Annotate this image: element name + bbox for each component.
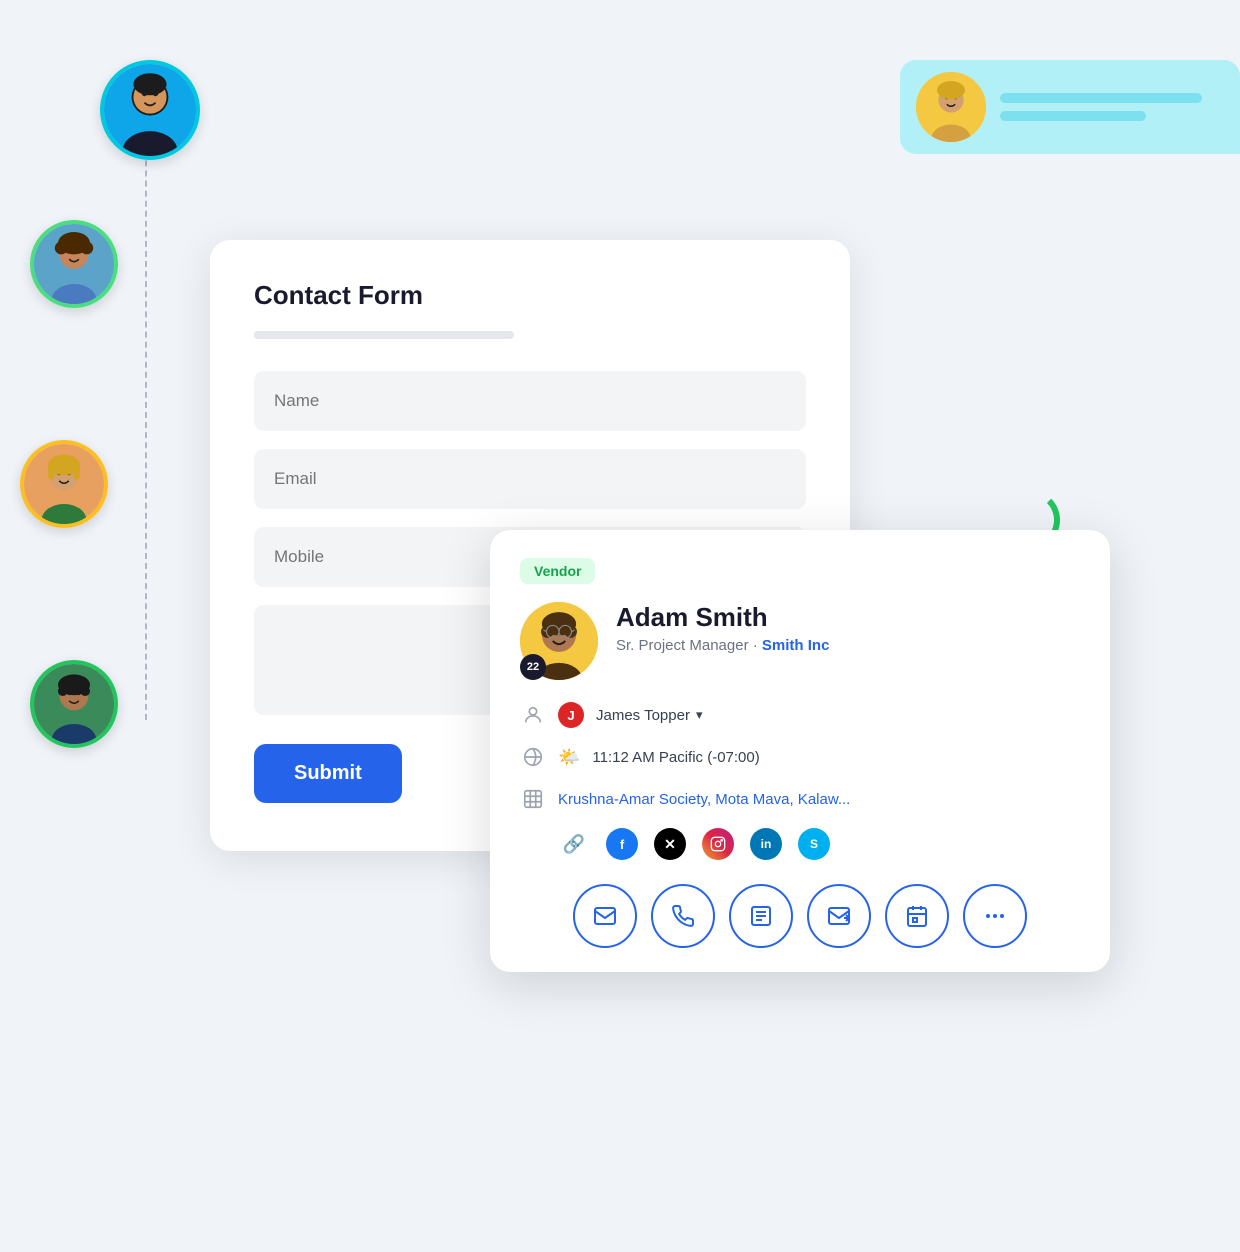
owner-dropdown-icon[interactable]: ▾ [696, 707, 703, 723]
chat-line-2 [1000, 111, 1146, 121]
location-row: Krushna-Amar Society, Mota Mava, Kalaw..… [520, 786, 1080, 812]
note-action-button[interactable] [729, 884, 793, 948]
avatar-person-2 [30, 220, 118, 308]
x-twitter-icon[interactable]: ✕ [654, 828, 686, 860]
form-title: Contact Form [254, 280, 806, 311]
instagram-icon[interactable] [702, 828, 734, 860]
more-action-button[interactable] [963, 884, 1027, 948]
submit-button[interactable]: Submit [254, 744, 402, 803]
calendar-action-button[interactable] [885, 884, 949, 948]
timezone-text: 11:12 AM Pacific (-07:00) [592, 749, 759, 766]
connector-line [145, 100, 147, 720]
avatar-person-3 [20, 440, 108, 528]
link-social-icon[interactable]: 🔗 [558, 828, 590, 860]
location-text: Krushna-Amar Society, Mota Mava, Kalaw..… [558, 791, 850, 808]
email-action-button[interactable] [573, 884, 637, 948]
chat-avatar [916, 72, 986, 142]
vendor-badge: Vendor [520, 558, 595, 584]
owner-name: James Topper ▾ [596, 707, 702, 724]
contact-separator: · [753, 637, 762, 654]
email-input[interactable] [254, 449, 806, 509]
contact-name: Adam Smith [616, 602, 829, 633]
chat-bubble [900, 60, 1240, 154]
form-progress-bar [254, 331, 514, 339]
social-icons-row: 🔗 f ✕ in S [558, 828, 1080, 860]
name-input[interactable] [254, 371, 806, 431]
owner-row: J James Topper ▾ [520, 702, 1080, 728]
owner-icon [520, 702, 546, 728]
chat-line-1 [1000, 93, 1202, 103]
chat-lines [1000, 93, 1224, 121]
phone-action-button[interactable] [651, 884, 715, 948]
avatar-person-4 [30, 660, 118, 748]
action-buttons-row [520, 884, 1080, 948]
contact-avatar-wrap: 22 [520, 602, 598, 680]
contact-company: Smith Inc [762, 637, 830, 654]
location-icon [520, 786, 546, 812]
contact-card-popup: Vendor [490, 530, 1110, 972]
skype-icon[interactable]: S [798, 828, 830, 860]
timezone-row: 🌤️ 11:12 AM Pacific (-07:00) [520, 744, 1080, 770]
contact-header: 22 Adam Smith Sr. Project Manager · Smit… [520, 602, 1080, 680]
avatar-person-1 [100, 60, 200, 160]
contact-info: Adam Smith Sr. Project Manager · Smith I… [616, 602, 829, 654]
contact-badge-number: 22 [520, 654, 546, 680]
owner-avatar: J [558, 702, 584, 728]
linkedin-icon[interactable]: in [750, 828, 782, 860]
timezone-icon [520, 744, 546, 770]
send-action-button[interactable] [807, 884, 871, 948]
contact-title-company: Sr. Project Manager · Smith Inc [616, 637, 829, 654]
facebook-icon[interactable]: f [606, 828, 638, 860]
form-progress-fill [254, 331, 410, 339]
contact-job-title: Sr. Project Manager [616, 637, 749, 654]
